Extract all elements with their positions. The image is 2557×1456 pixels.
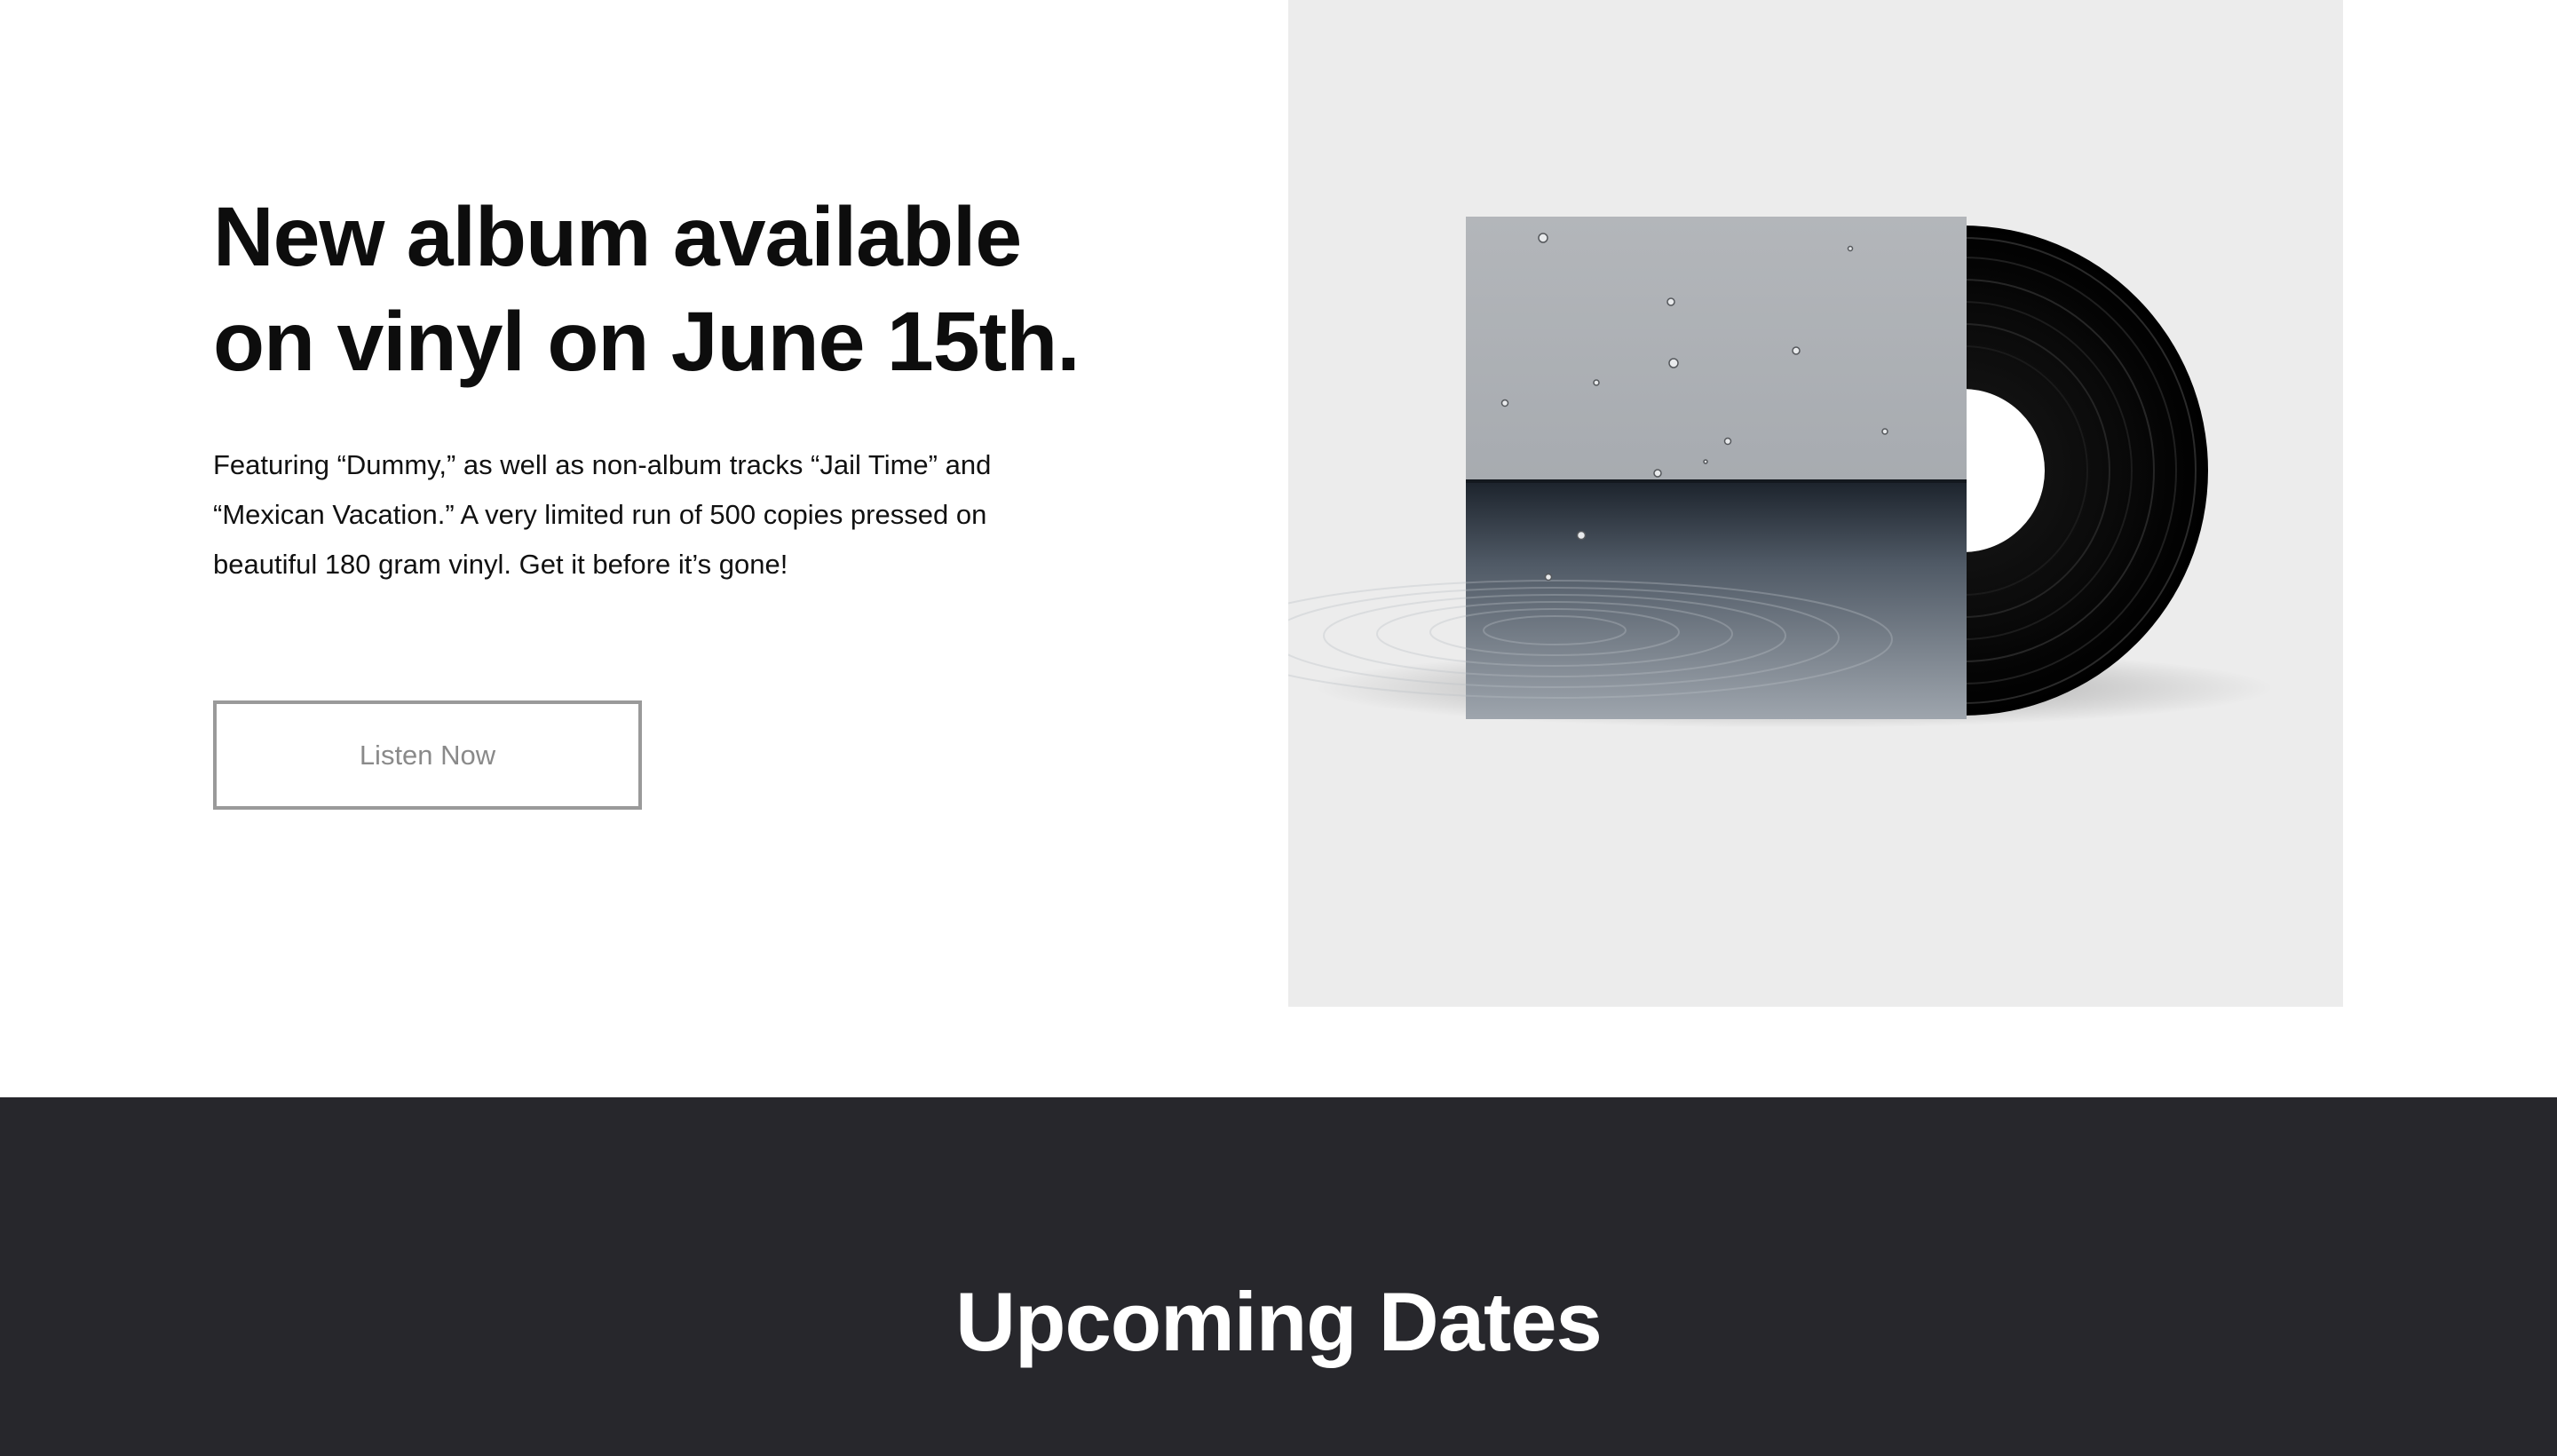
- headline-line-1: New album available: [213, 190, 1022, 284]
- upcoming-dates-heading: Upcoming Dates: [955, 1275, 1603, 1368]
- album-description: Featuring “Dummy,” as well as non-album …: [213, 440, 1048, 590]
- album-promo-section: New album available on vinyl on June 15t…: [0, 0, 2557, 1097]
- upcoming-dates-section: Upcoming Dates: [0, 1097, 2557, 1456]
- album-sleeve: [1288, 217, 1967, 719]
- description-line-1: Featuring “Dummy,” as well as non-album …: [213, 449, 992, 480]
- vinyl-record-image: [1288, 217, 2274, 728]
- headline-line-2: on vinyl on June 15th.: [213, 295, 1081, 389]
- album-headline: New album available on vinyl on June 15t…: [213, 185, 1101, 394]
- album-image-panel: [1288, 0, 2343, 1007]
- listen-now-button[interactable]: Listen Now: [213, 700, 642, 810]
- description-line-2: “Mexican Vacation.” A very limited run o…: [213, 499, 987, 530]
- description-line-3: beautiful 180 gram vinyl. Get it before …: [213, 549, 788, 580]
